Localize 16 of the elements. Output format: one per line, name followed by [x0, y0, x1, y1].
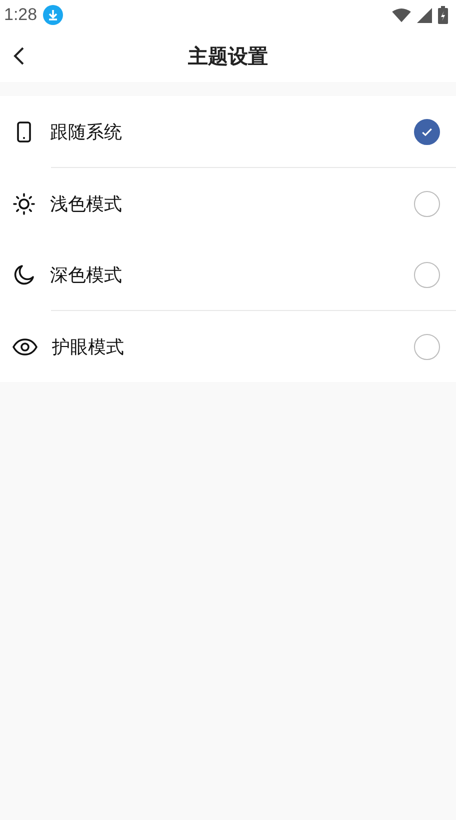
signal-icon	[417, 8, 432, 22]
option-label[interactable]: 跟随系统	[50, 120, 400, 144]
status-time: 1:28	[4, 5, 38, 25]
option-label[interactable]: 护眼模式	[52, 334, 400, 358]
wifi-icon	[392, 8, 411, 22]
page-title: 主题设置	[188, 42, 268, 70]
radio-button[interactable]	[414, 118, 440, 144]
radio-button[interactable]	[414, 334, 440, 360]
download-icon	[43, 5, 64, 25]
moon-icon	[12, 262, 36, 286]
sun-icon	[12, 192, 36, 216]
radio-button[interactable]	[414, 190, 440, 216]
option-label[interactable]: 浅色模式	[50, 192, 400, 216]
battery-icon	[438, 6, 448, 24]
option-label[interactable]: 深色模式	[50, 262, 400, 286]
radio-button[interactable]	[414, 262, 440, 288]
